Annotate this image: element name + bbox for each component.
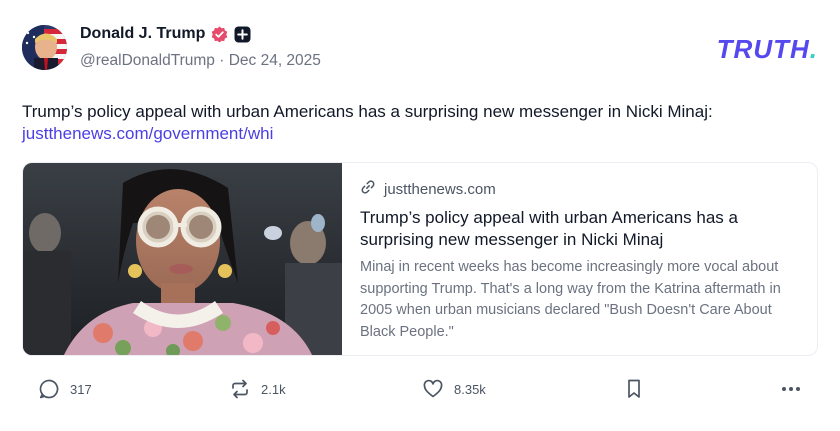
reply-button[interactable]: 317 xyxy=(38,378,92,400)
card-description: Minaj in recent weeks has become increas… xyxy=(360,259,781,340)
plus-badge-icon xyxy=(234,26,251,43)
more-options-button[interactable] xyxy=(780,378,802,400)
post-link[interactable]: justthenews.com/government/whi xyxy=(22,123,273,145)
logo-text: TRUTH xyxy=(716,34,810,64)
reply-icon xyxy=(38,378,60,400)
post-text: Trump’s policy appeal with urban America… xyxy=(22,102,713,121)
link-icon xyxy=(360,179,376,199)
retruth-button[interactable]: 2.1k xyxy=(229,378,286,400)
more-icon xyxy=(780,378,802,400)
bookmark-icon xyxy=(623,378,645,400)
post-header: Donald J. Trump @realDonaldTrump · Dec 2… xyxy=(22,22,822,72)
article-photo xyxy=(23,163,342,355)
post-action-bar: 317 2.1k 8.35k xyxy=(22,378,812,408)
like-button[interactable]: 8.35k xyxy=(422,378,486,400)
card-domain: justthenews.com xyxy=(384,180,496,198)
reply-count: 317 xyxy=(70,381,92,397)
meta-separator: · xyxy=(219,52,225,69)
author-display-name[interactable]: Donald J. Trump xyxy=(80,25,205,43)
author-handle[interactable]: @realDonaldTrump xyxy=(80,52,215,69)
retruth-icon xyxy=(229,378,251,400)
logo-dot: . xyxy=(809,34,818,64)
author-meta: @realDonaldTrump · Dec 24, 2025 xyxy=(80,52,321,70)
heart-icon xyxy=(422,378,444,400)
retruth-count: 2.1k xyxy=(261,381,286,397)
verified-badge-icon xyxy=(211,26,228,43)
card-title[interactable]: Trump’s policy appeal with urban America… xyxy=(360,207,805,251)
card-body: justthenews.com Trump’s policy appeal wi… xyxy=(360,179,805,343)
post-date[interactable]: Dec 24, 2025 xyxy=(229,52,321,69)
bookmark-button[interactable] xyxy=(623,378,645,400)
like-count: 8.35k xyxy=(454,381,486,397)
avatar[interactable] xyxy=(22,25,67,70)
author-name-row: Donald J. Trump xyxy=(80,25,251,43)
card-domain-row: justthenews.com xyxy=(360,179,805,199)
truth-logo[interactable]: TRUTH. xyxy=(717,34,818,65)
link-preview-card[interactable]: justthenews.com Trump’s policy appeal wi… xyxy=(22,162,818,356)
